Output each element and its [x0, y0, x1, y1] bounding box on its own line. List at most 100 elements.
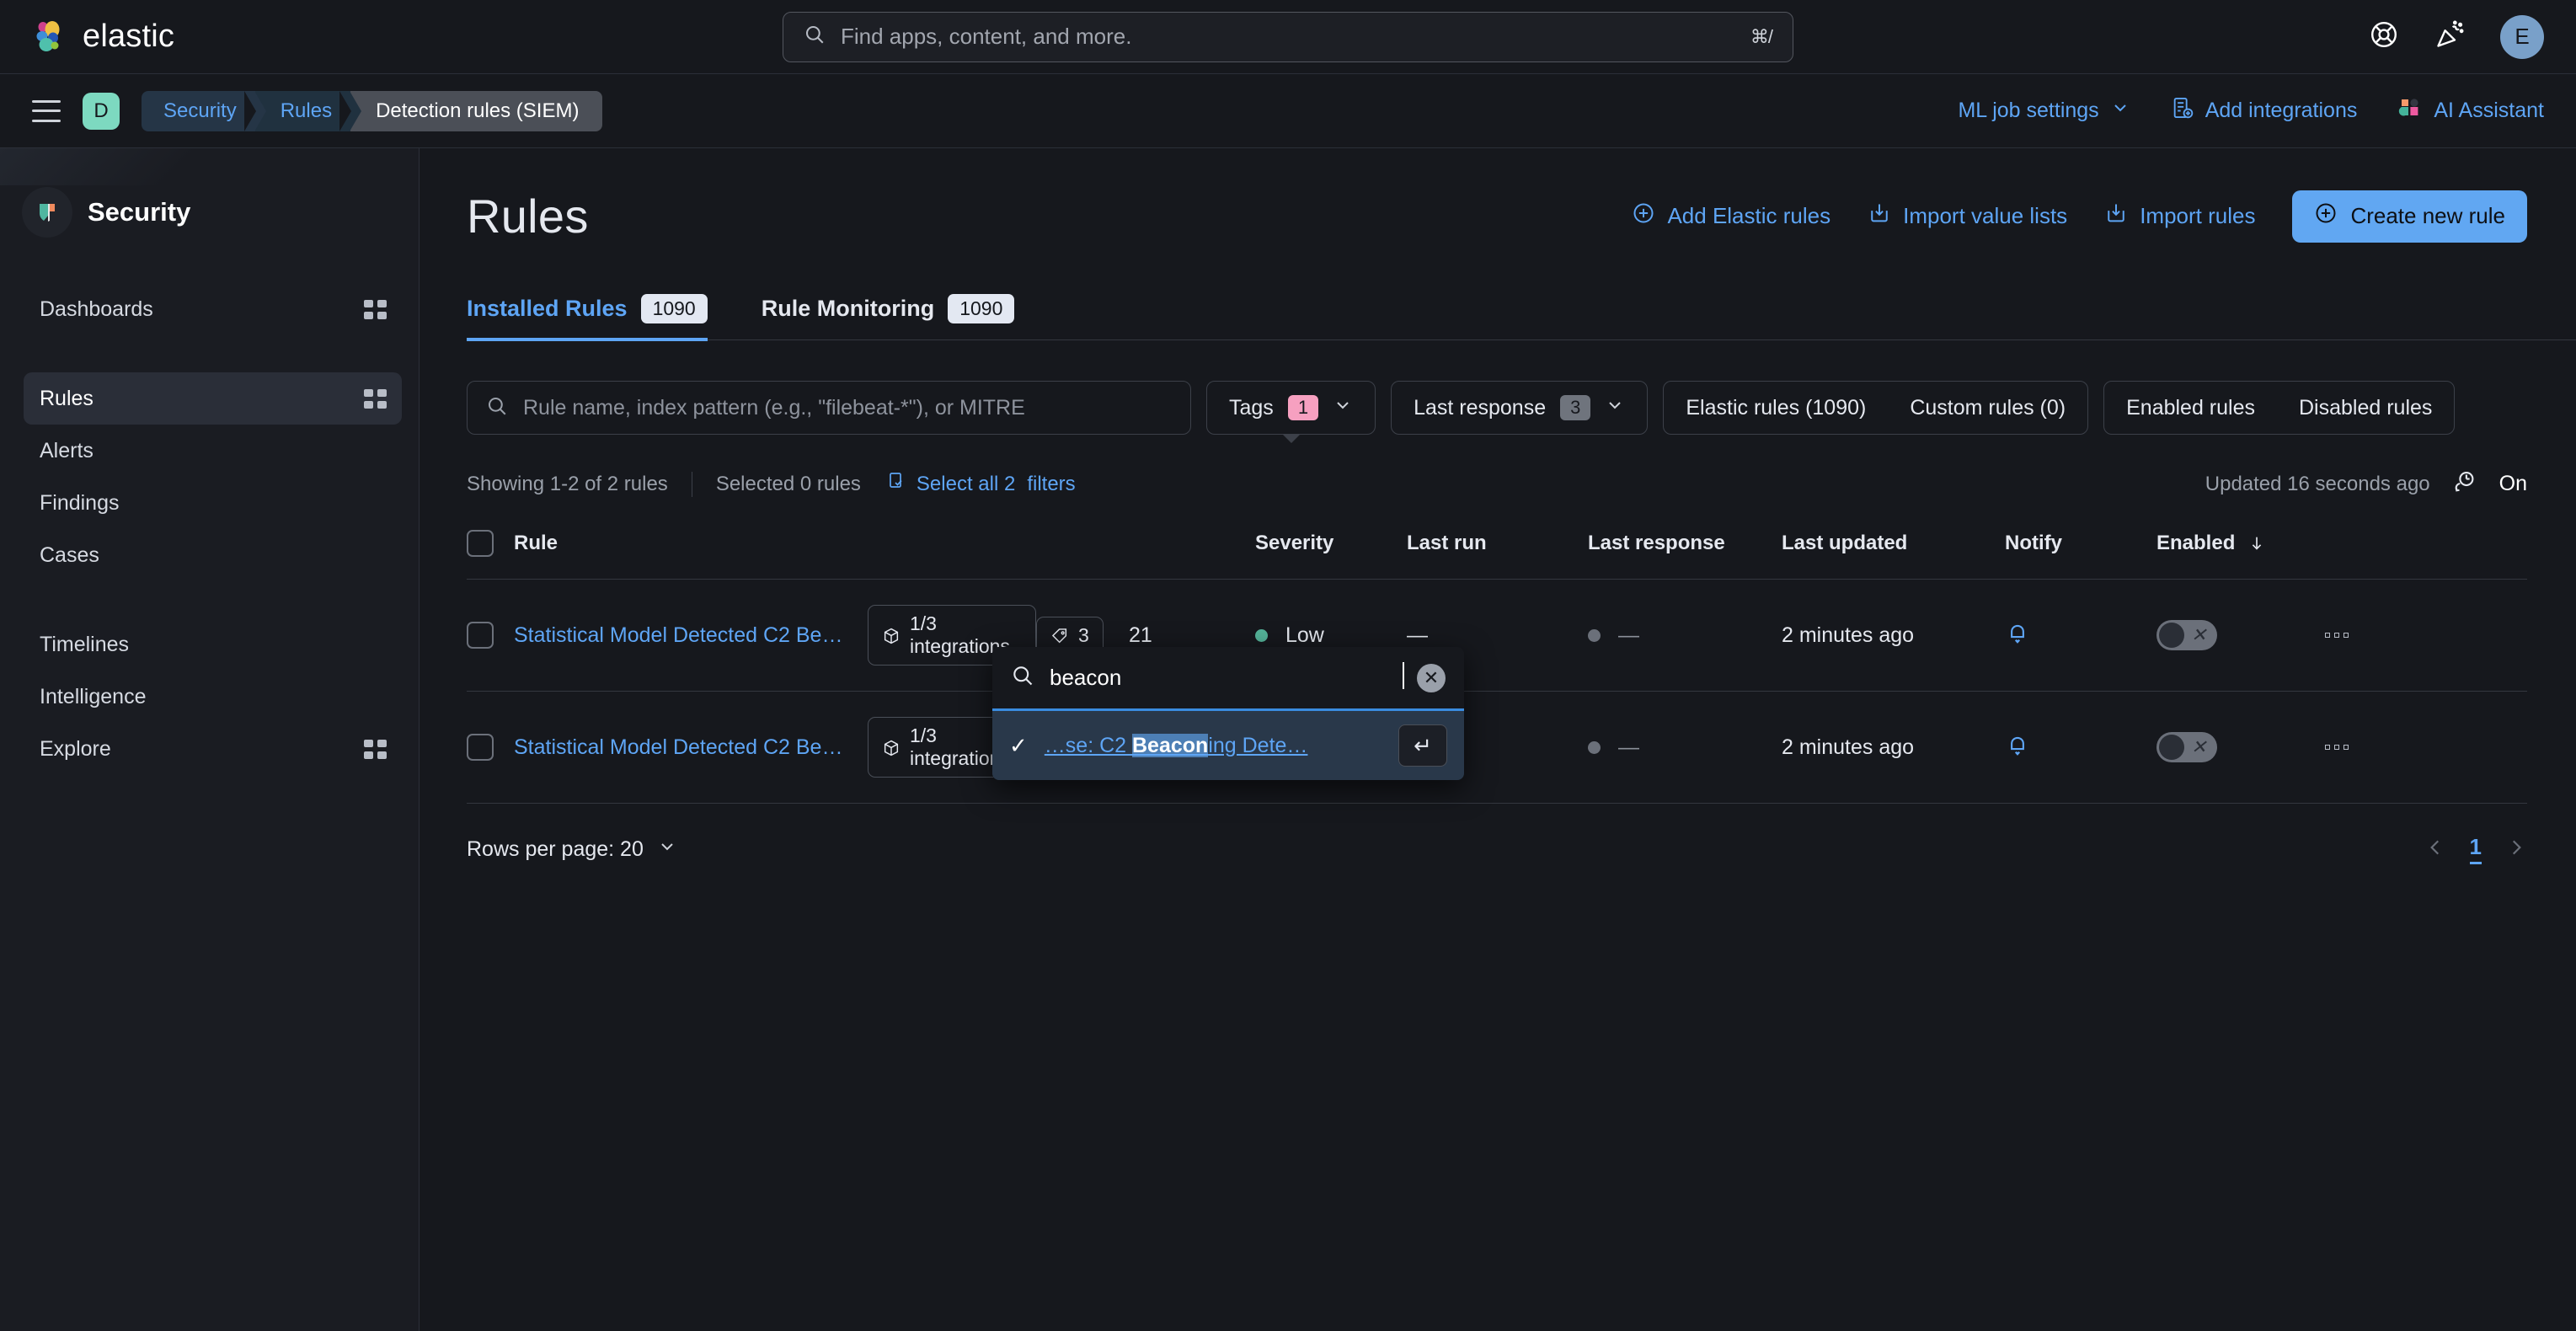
rule-search-input[interactable]: Rule name, index pattern (e.g., "filebea…: [467, 381, 1191, 435]
plus-circle-icon: [2314, 201, 2338, 231]
enter-key-hint: ↵: [1398, 724, 1447, 767]
col-severity[interactable]: Severity: [1255, 518, 1407, 580]
ml-job-settings-button[interactable]: ML job settings: [1958, 98, 2130, 124]
sidebar-item-cases[interactable]: Cases: [24, 529, 402, 581]
grid-icon[interactable]: [364, 739, 387, 759]
auto-refresh-state[interactable]: On: [2499, 472, 2527, 496]
sidebar-item-label: Cases: [40, 543, 99, 567]
custom-rules-filter[interactable]: Custom rules (0): [1888, 382, 2087, 434]
bell-icon[interactable]: [2005, 736, 2030, 762]
bell-icon[interactable]: [2005, 624, 2030, 650]
enabled-toggle[interactable]: ✕: [2156, 732, 2217, 762]
sidebar-item-explore[interactable]: Explore: [24, 723, 402, 775]
chevron-down-icon: [1333, 395, 1353, 421]
sidebar-item-timelines[interactable]: Timelines: [24, 618, 402, 671]
brand-name: elastic: [83, 19, 175, 54]
tab-installed-rules[interactable]: Installed Rules 1090: [467, 294, 731, 341]
row-checkbox[interactable]: [467, 734, 494, 761]
tab-rule-monitoring[interactable]: Rule Monitoring 1090: [762, 294, 1039, 340]
sidebar-item-intelligence[interactable]: Intelligence: [24, 671, 402, 723]
select-all-checkbox[interactable]: [467, 530, 494, 557]
sidebar-item-label: Alerts: [40, 438, 94, 462]
previous-page-button[interactable]: [2424, 837, 2446, 863]
col-actions: [2325, 518, 2527, 580]
space-badge[interactable]: D: [83, 92, 120, 130]
rule-name-link[interactable]: Statistical Model Detected C2 Be…: [514, 735, 842, 759]
app-shell: Security Dashboards Rules Alerts Finding…: [0, 148, 2576, 1331]
col-rule[interactable]: Rule: [514, 518, 868, 580]
lifebuoy-icon[interactable]: [2369, 19, 2399, 54]
elastic-logo-icon: [32, 19, 69, 56]
tags-popover-option[interactable]: ✓ …se: C2 Beaconing Dete… ↵: [992, 711, 1464, 780]
col-last-run[interactable]: Last run: [1407, 518, 1588, 580]
rows-per-page-button[interactable]: Rows per page: 20: [467, 837, 677, 863]
chevron-down-icon: [1605, 395, 1625, 421]
row-actions-menu-icon[interactable]: [2325, 633, 2527, 638]
breadcrumb-item-detection-rules[interactable]: Detection rules (SIEM): [350, 90, 603, 131]
tags-filter-button[interactable]: Tags 1: [1206, 381, 1376, 443]
grid-icon[interactable]: [364, 388, 387, 409]
table-status-row: Showing 1-2 of 2 rules Selected 0 rules …: [467, 468, 2527, 500]
tags-popover-search-input[interactable]: beacon ✕: [992, 647, 1464, 711]
select-all-button[interactable]: Select all 2: [886, 471, 1015, 497]
tabs: Installed Rules 1090 Rule Monitoring 109…: [467, 294, 2576, 341]
table-row: Statistical Model Detected C2 Be… 1/3 in…: [467, 691, 2527, 804]
elastic-rules-filter[interactable]: Elastic rules (1090): [1664, 382, 1888, 434]
col-last-updated[interactable]: Last updated: [1782, 518, 2005, 580]
hamburger-icon[interactable]: [32, 99, 61, 122]
sidebar-item-dashboards[interactable]: Dashboards: [24, 283, 402, 335]
breadcrumb-notch: [339, 90, 352, 131]
row-checkbox[interactable]: [467, 622, 494, 649]
sidebar: Security Dashboards Rules Alerts Finding…: [0, 148, 420, 1331]
auto-refresh-icon[interactable]: [2452, 468, 2477, 500]
x-circle-icon[interactable]: ✕: [1417, 663, 1446, 692]
rule-name-cell: Statistical Model Detected C2 Be…: [514, 691, 868, 804]
import-value-lists-button[interactable]: Import value lists: [1868, 201, 2067, 231]
page-1-button[interactable]: 1: [2469, 834, 2482, 864]
rule-name-link[interactable]: Statistical Model Detected C2 Be…: [514, 623, 842, 647]
breadcrumb-item-rules[interactable]: Rules: [254, 90, 362, 131]
row-actions-menu-icon[interactable]: [2325, 745, 2527, 750]
enabled-toggle[interactable]: ✕: [2156, 620, 2217, 650]
import-rules-button[interactable]: Import rules: [2104, 201, 2255, 231]
breadcrumb-item-security[interactable]: Security: [142, 90, 266, 131]
sidebar-item-label: Explore: [40, 736, 111, 761]
select-all-checkbox-cell: [467, 518, 514, 580]
tags-count-label: 3: [1078, 623, 1089, 646]
global-search-placeholder: Find apps, content, and more.: [841, 24, 1132, 49]
col-last-response[interactable]: Last response: [1588, 518, 1782, 580]
global-search-input[interactable]: Find apps, content, and more. ⌘/: [783, 11, 1793, 62]
import-icon: [2104, 201, 2128, 231]
create-new-rule-button[interactable]: Create new rule: [2292, 190, 2527, 243]
avatar[interactable]: E: [2500, 14, 2544, 59]
confetti-icon[interactable]: [2434, 19, 2465, 54]
header-right-actions: E: [2369, 14, 2544, 59]
page-header: Rules Add Elastic rules Import value lis…: [467, 189, 2527, 243]
disabled-rules-filter[interactable]: Disabled rules: [2277, 382, 2454, 434]
col-tags: [1036, 518, 1129, 580]
enabled-rules-filter[interactable]: Enabled rules: [2104, 382, 2277, 434]
tags-filter-count: 1: [1287, 395, 1319, 420]
last-response-label: —: [1617, 735, 1639, 759]
sidebar-item-findings[interactable]: Findings: [24, 477, 402, 529]
page-actions: Add Elastic rules Import value lists Imp…: [1632, 190, 2527, 243]
last-response-cell: —: [1588, 579, 1782, 692]
add-integrations-button[interactable]: Add integrations: [2171, 96, 2357, 126]
rule-source-filter-group: Elastic rules (1090) Custom rules (0): [1663, 381, 2089, 435]
sidebar-item-label: Findings: [40, 490, 120, 515]
brand[interactable]: elastic: [32, 19, 174, 56]
grid-icon[interactable]: [364, 299, 387, 319]
add-elastic-rules-button[interactable]: Add Elastic rules: [1632, 201, 1830, 231]
col-notify[interactable]: Notify: [2005, 518, 2156, 580]
clear-filters-button[interactable]: filters: [1027, 473, 1075, 496]
sidebar-item-alerts[interactable]: Alerts: [24, 425, 402, 477]
next-page-button[interactable]: [2505, 837, 2527, 863]
tag-icon: [1050, 624, 1069, 647]
sidebar-item-rules[interactable]: Rules: [24, 372, 402, 425]
col-enabled-label: Enabled: [2156, 532, 2236, 554]
notify-cell: [2005, 691, 2156, 804]
last-response-filter-button[interactable]: Last response 3: [1391, 381, 1649, 435]
ai-assistant-button[interactable]: AI Assistant: [2397, 95, 2544, 126]
col-enabled[interactable]: Enabled: [2156, 518, 2325, 580]
